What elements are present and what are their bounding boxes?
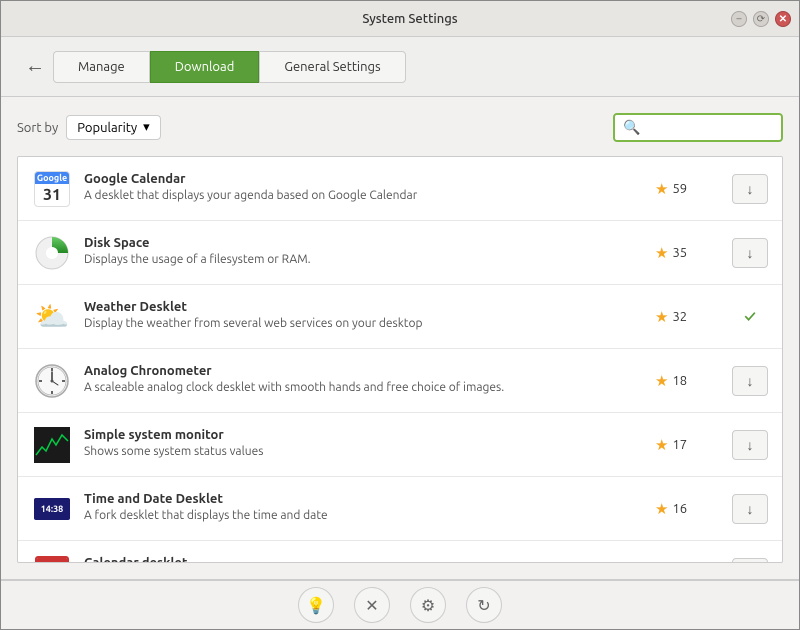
item-rating: ★ 32 (655, 308, 720, 326)
item-rating: ★ 17 (655, 436, 720, 454)
tab-download[interactable]: Download (150, 51, 260, 83)
rating-count: 18 (672, 374, 687, 388)
item-rating: ★ 35 (655, 244, 720, 262)
item-desc: Displays the usage of a filesystem or RA… (84, 252, 643, 269)
filter-bar: Sort by Popularity ▾ 🔍 (17, 113, 783, 142)
item-info: Weather Desklet Display the weather from… (84, 300, 643, 333)
sort-select[interactable]: Popularity ▾ (66, 115, 160, 140)
list-item: Google 31 Google Calendar A desklet that… (18, 157, 782, 221)
window-controls: – ⟳ ✕ (731, 11, 791, 27)
item-name: Google Calendar (84, 172, 643, 186)
download-button[interactable]: ↓ (732, 366, 768, 396)
desklet-list: Google 31 Google Calendar A desklet that… (17, 156, 783, 563)
item-icon-disk-space (32, 233, 72, 273)
close-button[interactable]: ✕ (775, 11, 791, 27)
item-desc: Display the weather from several web ser… (84, 316, 643, 333)
window-title: System Settings (89, 12, 731, 26)
main-window: System Settings – ⟳ ✕ ← Manage Download … (0, 0, 800, 630)
item-info: Simple system monitor Shows some system … (84, 428, 643, 461)
item-icon-google-calendar: Google 31 (32, 169, 72, 209)
settings-button[interactable]: ⚙ (410, 587, 446, 623)
item-rating: ★ 18 (655, 372, 720, 390)
titlebar: System Settings – ⟳ ✕ (1, 1, 799, 37)
item-desc: Shows some system status values (84, 444, 643, 461)
list-item: Simple system monitor Shows some system … (18, 413, 782, 477)
item-info: Google Calendar A desklet that displays … (84, 172, 643, 205)
star-icon: ★ (655, 244, 668, 262)
list-item: ⛅ Weather Desklet Display the weather fr… (18, 285, 782, 349)
tab-manage[interactable]: Manage (53, 51, 150, 83)
refresh-button[interactable]: ↻ (466, 587, 502, 623)
rating-count: 17 (672, 438, 687, 452)
item-info: Analog Chronometer A scaleable analog cl… (84, 364, 643, 397)
item-icon-sysmon (32, 425, 72, 465)
item-name: Calendar desklet (84, 556, 643, 563)
list-item: Analog Chronometer A scaleable analog cl… (18, 349, 782, 413)
search-icon: 🔍 (623, 119, 640, 136)
installed-checkmark: ✓ (732, 302, 768, 332)
item-name: Disk Space (84, 236, 643, 250)
item-info: Calendar desklet Configurable Calendar d… (84, 556, 643, 563)
item-icon-clock (32, 361, 72, 401)
download-button[interactable]: ↓ (732, 494, 768, 524)
item-desc: A scaleable analog clock desklet with sm… (84, 380, 643, 397)
item-rating: ★ 59 (655, 180, 720, 198)
item-icon-weather: ⛅ (32, 297, 72, 337)
sort-arrow-icon: ▾ (143, 120, 150, 135)
info-button[interactable]: 💡 (298, 587, 334, 623)
rating-count: 32 (672, 310, 687, 324)
search-box: 🔍 (613, 113, 783, 142)
download-button[interactable]: ↓ (732, 174, 768, 204)
item-name: Weather Desklet (84, 300, 643, 314)
item-info: Time and Date Desklet A fork desklet tha… (84, 492, 643, 525)
item-name: Simple system monitor (84, 428, 643, 442)
tab-general-settings[interactable]: General Settings (259, 51, 405, 83)
bottom-toolbar: 💡 ✕ ⚙ ↻ (1, 579, 799, 629)
item-name: Analog Chronometer (84, 364, 643, 378)
sort-by-label: Sort by (17, 121, 58, 135)
item-desc: A fork desklet that displays the time an… (84, 508, 643, 525)
star-icon: ★ (655, 308, 668, 326)
item-name: Time and Date Desklet (84, 492, 643, 506)
list-item: Disk Space Displays the usage of a files… (18, 221, 782, 285)
back-button[interactable]: ← (17, 51, 53, 82)
star-icon: ★ (655, 180, 668, 198)
download-button[interactable]: ↓ (732, 238, 768, 268)
search-input[interactable] (644, 120, 773, 135)
item-icon-calendar-desk: 31 (32, 553, 72, 564)
list-item: 14:38 Time and Date Desklet A fork deskl… (18, 477, 782, 541)
download-button[interactable]: ↓ (732, 558, 768, 564)
sort-value: Popularity (77, 121, 137, 135)
list-item: 31 Calendar desklet Configurable Calenda… (18, 541, 782, 563)
rating-count: 35 (672, 246, 687, 260)
tab-bar: Manage Download General Settings (53, 51, 406, 83)
item-info: Disk Space Displays the usage of a files… (84, 236, 643, 269)
star-icon: ★ (655, 500, 668, 518)
content-area: Sort by Popularity ▾ 🔍 Google 31 (1, 97, 799, 579)
item-rating: ★ 16 (655, 500, 720, 518)
star-icon: ★ (655, 436, 668, 454)
minimize-button[interactable]: – (731, 11, 747, 27)
star-icon: ★ (655, 372, 668, 390)
item-icon-timedate: 14:38 (32, 489, 72, 529)
download-button[interactable]: ↓ (732, 430, 768, 460)
rating-count: 16 (672, 502, 687, 516)
restore-button[interactable]: ⟳ (753, 11, 769, 27)
remove-button[interactable]: ✕ (354, 587, 390, 623)
item-desc: A desklet that displays your agenda base… (84, 188, 643, 205)
rating-count: 59 (672, 182, 687, 196)
toolbar: ← Manage Download General Settings (1, 37, 799, 97)
